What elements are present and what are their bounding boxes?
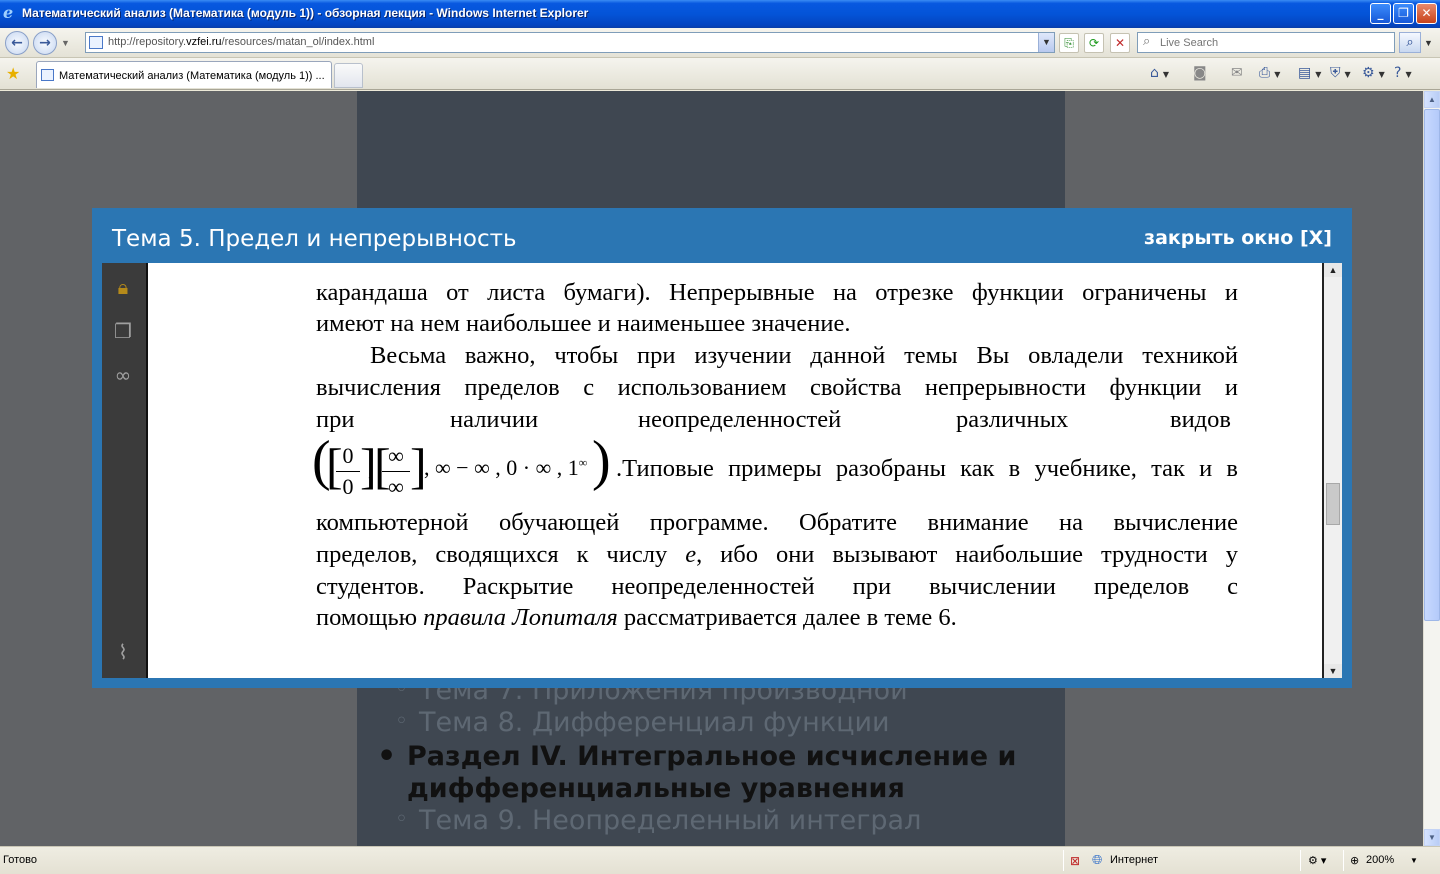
tools-icon: ⚙ (1362, 65, 1375, 81)
address-bar[interactable]: http://repository.vzfei.ru/resources/mat… (85, 32, 1055, 53)
doc-line: карандаша от листа бумаги). Непрерывные … (316, 279, 1238, 306)
address-url[interactable]: http://repository.vzfei.ru/resources/mat… (108, 36, 374, 48)
zoom-icon: ⊕ (1350, 855, 1360, 867)
help-menu-button[interactable]: ? ▼ (1394, 65, 1412, 81)
search-options-dropdown[interactable]: ▼ (1424, 38, 1433, 48)
doc-line: Весьма важно, чтобы при изучении данной … (370, 342, 1238, 369)
home-button[interactable]: ⌂ ▼ (1150, 65, 1169, 81)
minimize-button[interactable]: _ (1370, 3, 1391, 24)
close-button[interactable]: ✕ (1416, 3, 1437, 24)
search-box[interactable]: ⌕ (1137, 32, 1395, 53)
maximize-button[interactable]: ❐ (1393, 3, 1414, 24)
pages-icon[interactable]: ❐ (111, 319, 135, 343)
help-icon: ? (1394, 65, 1402, 81)
doc-line: вычисления пределов с использованием сво… (316, 374, 1238, 401)
protected-mode-icon[interactable]: ⚙ ▾ (1308, 854, 1326, 867)
status-separator (1300, 850, 1301, 871)
zoom-level[interactable]: 200% (1366, 854, 1394, 866)
doc-line: имеют на нем наибольшее и наименьшее зна… (316, 310, 851, 337)
page-scrollbar[interactable]: ▲ ▼ (1423, 91, 1440, 846)
status-separator (1063, 850, 1064, 871)
doc-line: компьютерной обучающей программе. Обрати… (316, 509, 1238, 536)
new-tab-button[interactable] (334, 63, 363, 88)
favorites-star-icon[interactable]: ★ (6, 64, 20, 83)
doc-line: студентов. Раскрытие неопределенностей п… (316, 573, 1238, 600)
mail-button[interactable]: ✉ (1231, 65, 1243, 81)
print-button[interactable]: ⎙ ▼ (1259, 65, 1280, 81)
compat-icon: ⎘ (1064, 36, 1074, 50)
doc-line: .Типовые примеры разобраны как в учебник… (616, 455, 1238, 482)
feeds-button[interactable]: ◙ (1193, 65, 1207, 81)
list-item-topic9[interactable]: Тема 9. Неопределенный интеграл (395, 805, 921, 836)
search-go-button[interactable]: ⌕ (1399, 32, 1421, 53)
address-dropdown[interactable]: ▼ (1038, 33, 1054, 52)
pdf-scroll-down[interactable]: ▼ (1324, 664, 1342, 678)
address-toolbar: ← → ▼ http://repository.vzfei.ru/resourc… (0, 28, 1440, 58)
refresh-button[interactable]: ⟳ (1084, 33, 1104, 53)
lecture-modal: Тема 5. Предел и непрерывность закрыть о… (92, 208, 1352, 688)
pdf-page: карандаша от листа бумаги). Непрерывные … (312, 279, 1238, 631)
window-title-bar: e Математический анализ (Математика (мод… (0, 0, 1440, 28)
scroll-down-button[interactable]: ▼ (1424, 829, 1440, 846)
search-input[interactable] (1160, 34, 1390, 51)
home-icon: ⌂ (1150, 65, 1159, 81)
pdf-scroll-up[interactable]: ▲ (1324, 263, 1342, 277)
page-menu-button[interactable]: ▤ ▼ (1298, 65, 1321, 81)
feeds-icon: ◙ (1193, 65, 1207, 81)
refresh-icon: ⟳ (1088, 36, 1100, 50)
scroll-up-button[interactable]: ▲ (1424, 91, 1440, 108)
tab-bar: ★ Математический анализ (Математика (мод… (0, 58, 1440, 90)
tools-menu-button[interactable]: ⚙ ▼ (1362, 65, 1385, 81)
forward-button[interactable]: → (33, 31, 57, 55)
status-bar: Готово ⊠ 🌐︎ Интернет ⚙ ▾ ⊕ 200% ▼ (0, 846, 1440, 874)
status-text: Готово (3, 854, 37, 866)
back-button[interactable]: ← (5, 31, 29, 55)
window-title: Математический анализ (Математика (модул… (22, 6, 589, 20)
zoom-dropdown[interactable]: ▼ (1410, 856, 1418, 865)
globe-icon: 🌐︎ (1092, 852, 1103, 867)
popup-blocked-icon[interactable]: ⊠ (1070, 854, 1080, 868)
print-icon: ⎙ (1259, 65, 1271, 81)
pdf-scrollbar[interactable]: ▲ ▼ (1324, 263, 1342, 678)
safety-menu-button[interactable]: ⛨ ▼ (1330, 65, 1351, 81)
modal-title: Тема 5. Предел и непрерывность (112, 226, 517, 252)
paperclip-icon[interactable]: ⌇ (111, 640, 135, 664)
back-icon: ← (11, 35, 23, 51)
stop-button[interactable]: ✕ (1110, 33, 1130, 53)
doc-line: пределов, сводящихся к числу е, ибо они … (316, 541, 1238, 568)
pdf-scroll-thumb[interactable] (1326, 483, 1340, 525)
page-menu-icon: ▤ (1298, 65, 1312, 81)
status-separator (1343, 850, 1344, 871)
page-icon (89, 36, 103, 49)
tab-label: Математический анализ (Математика (модул… (59, 70, 325, 82)
tab-active[interactable]: Математический анализ (Математика (модул… (36, 61, 332, 88)
ie-logo-icon: e (3, 3, 14, 22)
stop-icon: ✕ (1114, 36, 1126, 50)
doc-line: помощью правила Лопиталя рассматривается… (316, 604, 957, 631)
list-item-section4[interactable]: Раздел IV. Интегральное исчисление идифф… (377, 741, 1016, 805)
history-dropdown[interactable]: ▼ (61, 38, 70, 48)
compat-view-button[interactable]: ⎘ (1059, 33, 1079, 53)
magnifier-icon: ⌕ (1406, 35, 1414, 50)
pdf-sidebar: 🔒︎ ❐ ∞ ⌇ (102, 263, 148, 678)
lock-icon[interactable]: 🔒︎ (111, 275, 135, 299)
scroll-thumb[interactable] (1424, 109, 1440, 621)
mail-icon: ✉ (1231, 65, 1243, 81)
security-zone-label: Интернет (1110, 854, 1158, 866)
tab-page-icon (41, 69, 54, 81)
list-item-topic8[interactable]: Тема 8. Дифференциал функции (395, 707, 890, 738)
forward-icon: → (39, 35, 51, 51)
pdf-viewer: 🔒︎ ❐ ∞ ⌇ карандаша от листа бумаги). Неп… (102, 263, 1342, 678)
binoculars-icon[interactable]: ∞ (111, 363, 135, 387)
safety-icon: ⛨ (1330, 65, 1341, 81)
search-icon: ⌕ (1143, 34, 1151, 49)
modal-close-link[interactable]: закрыть окно [X] (1144, 227, 1332, 249)
